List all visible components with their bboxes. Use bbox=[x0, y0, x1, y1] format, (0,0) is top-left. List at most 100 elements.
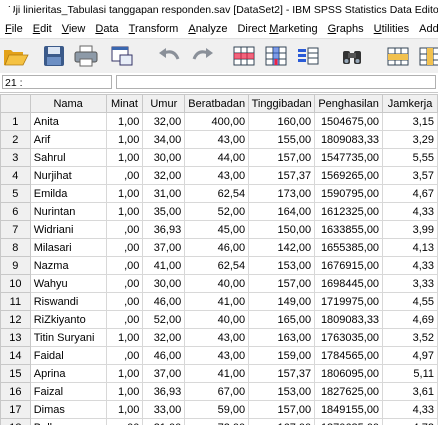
data-cell[interactable]: 1504675,00 bbox=[314, 112, 384, 131]
row-number[interactable]: 8 bbox=[0, 238, 31, 257]
column-header[interactable]: Tinggibadan bbox=[248, 94, 316, 113]
data-cell[interactable]: Riswandi bbox=[29, 292, 107, 311]
data-cell[interactable]: 62,54 bbox=[184, 256, 250, 275]
data-cell[interactable]: 400,00 bbox=[184, 112, 250, 131]
data-cell[interactable]: 1,00 bbox=[105, 202, 144, 221]
column-header[interactable]: Jamkerja bbox=[382, 94, 438, 113]
data-cell[interactable]: 4,13 bbox=[382, 238, 438, 257]
data-cell[interactable]: 1,00 bbox=[105, 364, 144, 383]
find-icon[interactable] bbox=[338, 42, 366, 70]
data-cell[interactable]: 34,00 bbox=[142, 130, 186, 149]
dialog-recall-icon[interactable] bbox=[108, 42, 136, 70]
data-cell[interactable]: 32,00 bbox=[142, 112, 186, 131]
row-number[interactable]: 9 bbox=[0, 256, 31, 275]
data-cell[interactable]: 62,54 bbox=[184, 184, 250, 203]
row-number[interactable]: 1 bbox=[0, 112, 31, 131]
menu-item[interactable]: Utilities bbox=[369, 23, 414, 35]
data-cell[interactable]: 5,55 bbox=[382, 148, 438, 167]
data-cell[interactable]: Dimas bbox=[29, 400, 107, 419]
data-cell[interactable]: Nazma bbox=[29, 256, 107, 275]
data-cell[interactable]: Faidal bbox=[29, 346, 107, 365]
data-cell[interactable]: 155,00 bbox=[248, 130, 316, 149]
data-cell[interactable]: 30,00 bbox=[142, 274, 186, 293]
data-cell[interactable]: Aprina bbox=[29, 364, 107, 383]
column-header[interactable]: Umur bbox=[142, 94, 186, 113]
row-number[interactable]: 4 bbox=[0, 166, 31, 185]
data-cell[interactable]: 52,00 bbox=[184, 202, 250, 221]
open-icon[interactable] bbox=[2, 42, 30, 70]
data-cell[interactable]: ,00 bbox=[105, 166, 144, 185]
data-cell[interactable]: 1590795,00 bbox=[314, 184, 384, 203]
data-cell[interactable]: Anita bbox=[29, 112, 107, 131]
data-cell[interactable]: RiZkiyanto bbox=[29, 310, 107, 329]
data-cell[interactable]: 46,00 bbox=[142, 346, 186, 365]
data-cell[interactable]: 153,00 bbox=[248, 382, 316, 401]
data-cell[interactable]: ,00 bbox=[105, 274, 144, 293]
data-cell[interactable]: Emilda bbox=[29, 184, 107, 203]
data-cell[interactable]: 157,00 bbox=[248, 148, 316, 167]
data-cell[interactable]: ,00 bbox=[105, 418, 144, 425]
column-header[interactable]: Minat bbox=[105, 94, 144, 113]
row-number[interactable]: 11 bbox=[0, 292, 31, 311]
column-header[interactable]: Nama bbox=[29, 94, 107, 113]
data-cell[interactable]: ,00 bbox=[105, 220, 144, 239]
data-cell[interactable]: 157,37 bbox=[248, 166, 316, 185]
data-cell[interactable]: 36,93 bbox=[142, 382, 186, 401]
data-cell[interactable]: 4,33 bbox=[382, 256, 438, 275]
row-number[interactable]: 6 bbox=[0, 202, 31, 221]
data-cell[interactable]: 3,52 bbox=[382, 328, 438, 347]
data-cell[interactable]: 165,00 bbox=[248, 310, 316, 329]
data-cell[interactable]: 157,37 bbox=[248, 364, 316, 383]
menu-item[interactable]: View bbox=[57, 23, 91, 35]
data-cell[interactable]: 157,00 bbox=[248, 400, 316, 419]
data-cell[interactable]: ,00 bbox=[105, 256, 144, 275]
column-header[interactable]: Penghasilan bbox=[314, 94, 384, 113]
data-cell[interactable]: 35,00 bbox=[142, 202, 186, 221]
data-cell[interactable]: 1,00 bbox=[105, 130, 144, 149]
data-cell[interactable]: 31,00 bbox=[142, 418, 186, 425]
data-cell[interactable]: 3,99 bbox=[382, 220, 438, 239]
column-header[interactable]: Beratbadan bbox=[184, 94, 250, 113]
data-cell[interactable]: 3,29 bbox=[382, 130, 438, 149]
redo-icon[interactable] bbox=[188, 42, 216, 70]
data-cell[interactable]: 43,00 bbox=[184, 166, 250, 185]
data-cell[interactable]: Sahrul bbox=[29, 148, 107, 167]
menu-item[interactable]: Analyze bbox=[183, 23, 232, 35]
row-number[interactable]: 3 bbox=[0, 148, 31, 167]
menu-item[interactable]: Graphs bbox=[323, 23, 369, 35]
data-cell[interactable]: 1,00 bbox=[105, 328, 144, 347]
data-cell[interactable]: 30,00 bbox=[142, 148, 186, 167]
grid-corner[interactable] bbox=[0, 94, 31, 113]
menu-item[interactable]: Add- bbox=[414, 23, 438, 35]
data-cell[interactable]: 67,00 bbox=[184, 382, 250, 401]
data-cell[interactable]: 1827625,00 bbox=[314, 382, 384, 401]
data-cell[interactable]: 4,33 bbox=[382, 202, 438, 221]
data-cell[interactable]: Nurintan bbox=[29, 202, 107, 221]
data-cell[interactable]: 43,00 bbox=[184, 130, 250, 149]
data-cell[interactable]: Arif bbox=[29, 130, 107, 149]
data-cell[interactable]: 1,00 bbox=[105, 400, 144, 419]
data-cell[interactable]: 52,00 bbox=[142, 310, 186, 329]
data-cell[interactable]: 157,00 bbox=[248, 274, 316, 293]
menu-item[interactable]: Data bbox=[90, 23, 123, 35]
data-cell[interactable]: Bella bbox=[29, 418, 107, 425]
data-cell[interactable]: ,00 bbox=[105, 238, 144, 257]
data-cell[interactable]: 4,55 bbox=[382, 292, 438, 311]
data-cell[interactable]: 31,00 bbox=[142, 184, 186, 203]
save-icon[interactable] bbox=[40, 42, 68, 70]
data-cell[interactable]: 41,00 bbox=[184, 364, 250, 383]
row-number[interactable]: 10 bbox=[0, 274, 31, 293]
data-cell[interactable]: ,00 bbox=[105, 310, 144, 329]
data-cell[interactable]: 3,57 bbox=[382, 166, 438, 185]
data-cell[interactable]: 1547735,00 bbox=[314, 148, 384, 167]
data-cell[interactable]: 41,00 bbox=[184, 292, 250, 311]
data-cell[interactable]: Nurjihat bbox=[29, 166, 107, 185]
data-cell[interactable]: 1698445,00 bbox=[314, 274, 384, 293]
data-cell[interactable]: 1763035,00 bbox=[314, 328, 384, 347]
cell-value-input[interactable] bbox=[116, 75, 436, 89]
data-cell[interactable]: Milasari bbox=[29, 238, 107, 257]
goto-variable-icon[interactable] bbox=[262, 42, 290, 70]
data-cell[interactable]: 1655385,00 bbox=[314, 238, 384, 257]
data-cell[interactable]: 40,00 bbox=[184, 310, 250, 329]
data-cell[interactable]: 4,97 bbox=[382, 346, 438, 365]
